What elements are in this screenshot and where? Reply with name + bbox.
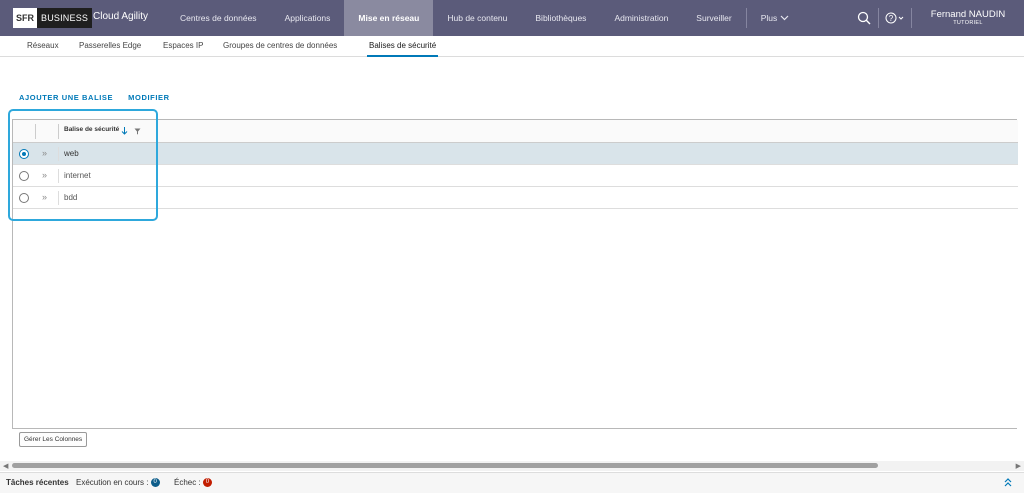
table-row[interactable]: » bdd <box>13 187 1018 209</box>
nav-item-administration[interactable]: Administration <box>600 0 682 36</box>
search-button[interactable] <box>850 0 878 36</box>
column-header-security-tag[interactable]: Balise de sécurité <box>64 126 119 133</box>
recent-tasks-title[interactable]: Tâches récentes <box>6 478 69 487</box>
failed-tasks-status[interactable]: Échec : 0 <box>174 478 212 488</box>
add-tag-button[interactable]: AJOUTER UNE BALISE <box>19 93 113 102</box>
column-divider <box>58 124 59 139</box>
logo-business-text: BUSINESS <box>37 8 93 28</box>
grid-actions: AJOUTER UNE BALISE MODIFIER <box>19 93 170 102</box>
running-tasks-status[interactable]: Exécution en cours : 0 <box>76 478 160 488</box>
scrollbar-thumb[interactable] <box>12 463 878 468</box>
row-select-radio[interactable] <box>19 193 29 203</box>
row-select-radio[interactable] <box>19 149 29 159</box>
column-divider <box>35 124 36 139</box>
tab-passerelles-edge[interactable]: Passerelles Edge <box>79 36 141 57</box>
chevron-down-icon <box>780 15 789 21</box>
nav-item-applications[interactable]: Applications <box>271 0 345 36</box>
scroll-right-icon[interactable]: ▶ <box>1016 462 1021 470</box>
tag-name-cell: internet <box>64 171 91 180</box>
manage-columns-button[interactable]: Gérer Les Colonnes <box>19 432 88 447</box>
app-title: Cloud Agility <box>93 11 149 22</box>
svg-text:?: ? <box>889 14 894 23</box>
edit-button[interactable]: MODIFIER <box>128 93 169 102</box>
main-nav: Centres de données Applications Mise en … <box>166 0 803 36</box>
column-divider <box>58 169 59 183</box>
logo-sfr-text: SFR <box>13 8 37 28</box>
recent-tasks-bar: Tâches récentes Exécution en cours : 0 É… <box>0 472 1024 493</box>
nav-item-hub-de-contenu[interactable]: Hub de contenu <box>433 0 521 36</box>
nav-item-surveiller[interactable]: Surveiller <box>682 0 745 36</box>
running-tasks-label: Exécution en cours : <box>76 478 149 487</box>
grid-header: Balise de sécurité <box>13 120 1018 143</box>
table-row[interactable]: » web <box>13 143 1018 165</box>
search-icon <box>857 11 871 25</box>
tag-name-cell: web <box>64 149 79 158</box>
nav-item-bibliotheques[interactable]: Bibliothèques <box>521 0 600 36</box>
tag-name-cell: bdd <box>64 193 78 202</box>
table-row[interactable]: » internet <box>13 165 1018 187</box>
help-icon: ? <box>885 12 904 24</box>
expand-row-icon[interactable]: » <box>42 192 47 202</box>
nav-more-label: Plus <box>760 13 778 23</box>
help-menu-button[interactable]: ? <box>879 0 911 36</box>
scroll-left-icon[interactable]: ◀ <box>3 462 8 470</box>
tab-balises-de-securite[interactable]: Balises de sécurité <box>367 36 439 57</box>
failed-tasks-label: Échec : <box>174 478 201 487</box>
nav-right-tools: ? Fernand NAUDIN TUTORIEL <box>850 0 1024 36</box>
nav-more-menu[interactable]: Plus <box>747 0 804 36</box>
sfr-business-logo[interactable]: SFR BUSINESS <box>13 8 93 28</box>
running-tasks-count-badge: 0 <box>150 478 160 488</box>
user-name: Fernand NAUDIN <box>930 9 1006 20</box>
horizontal-scrollbar[interactable]: ◀ ▶ <box>0 461 1024 471</box>
tab-groupes-de-centres-de-donnees[interactable]: Groupes de centres de données <box>223 36 337 57</box>
expand-row-icon[interactable]: » <box>42 148 47 158</box>
security-tags-grid: Balise de sécurité » web » internet » bd… <box>12 119 1018 429</box>
sub-navigation-tabs: Réseaux Passerelles Edge Espaces IP Grou… <box>0 36 1024 57</box>
nav-item-centres-de-donnees[interactable]: Centres de données <box>166 0 271 36</box>
column-divider <box>58 147 59 161</box>
user-role: TUTORIEL <box>953 20 983 26</box>
tab-reseaux[interactable]: Réseaux <box>27 36 59 57</box>
failed-tasks-count-badge: 0 <box>202 478 212 488</box>
tab-espaces-ip[interactable]: Espaces IP <box>163 36 203 57</box>
expand-row-icon[interactable]: » <box>42 170 47 180</box>
top-navigation-bar: SFR BUSINESS Cloud Agility Centres de do… <box>0 0 1024 36</box>
expand-panel-icon[interactable] <box>1004 478 1012 487</box>
filter-icon[interactable] <box>134 128 141 135</box>
column-divider <box>58 191 59 205</box>
nav-item-mise-en-reseau[interactable]: Mise en réseau <box>344 0 434 36</box>
row-select-radio[interactable] <box>19 171 29 181</box>
user-menu[interactable]: Fernand NAUDIN TUTORIEL <box>912 9 1024 27</box>
sort-descending-icon[interactable] <box>121 126 128 135</box>
